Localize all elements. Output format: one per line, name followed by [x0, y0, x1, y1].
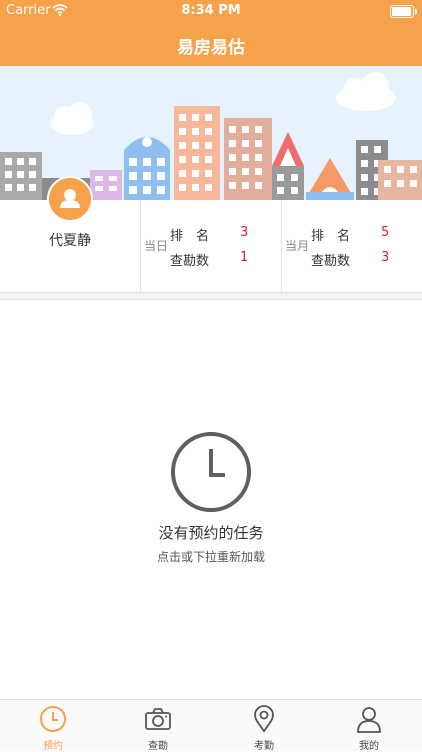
tab-survey[interactable]: 查勘: [105, 700, 211, 752]
page-title: 易房易估: [177, 38, 245, 58]
month-rank-value: 5: [381, 225, 390, 240]
divider: [281, 200, 282, 292]
empty-state-reload-hint[interactable]: 点击或下拉重新加载: [0, 548, 422, 565]
section-separator: [0, 292, 422, 300]
location-pin-icon: [254, 705, 274, 733]
clock-icon: [40, 706, 66, 732]
navigation-bar: 易房易估: [0, 22, 422, 66]
tab-appointments[interactable]: 预约: [0, 700, 106, 752]
person-icon: [60, 189, 80, 208]
tab-bar: 预约 查勘 考勤 我的: [0, 699, 422, 752]
camera-icon: [145, 708, 171, 730]
today-survey-label: 查勘数: [170, 254, 210, 269]
today-survey-value: 1: [240, 250, 249, 265]
divider: [140, 200, 141, 292]
person-icon: [357, 707, 381, 733]
user-avatar[interactable]: [47, 176, 93, 222]
month-survey-label: 查勘数: [311, 254, 351, 269]
today-period-label: 当日: [144, 239, 169, 253]
today-rank-value: 3: [240, 225, 249, 240]
tab-attendance[interactable]: 考勤: [211, 700, 317, 752]
month-rank-label: 排 名: [311, 229, 351, 244]
clock-time: 8:34 PM: [181, 3, 241, 18]
month-survey-value: 3: [381, 250, 390, 265]
today-rank-label: 排 名: [170, 229, 210, 244]
empty-state-title[interactable]: 没有预约的任务: [0, 522, 422, 543]
user-name: 代夏静: [49, 233, 91, 249]
status-bar: Carrier 8:34 PM: [0, 0, 422, 22]
battery-icon: [390, 5, 417, 18]
tab-profile[interactable]: 我的: [316, 700, 422, 752]
clock-icon[interactable]: [170, 431, 252, 513]
month-period-label: 当月: [285, 239, 310, 253]
